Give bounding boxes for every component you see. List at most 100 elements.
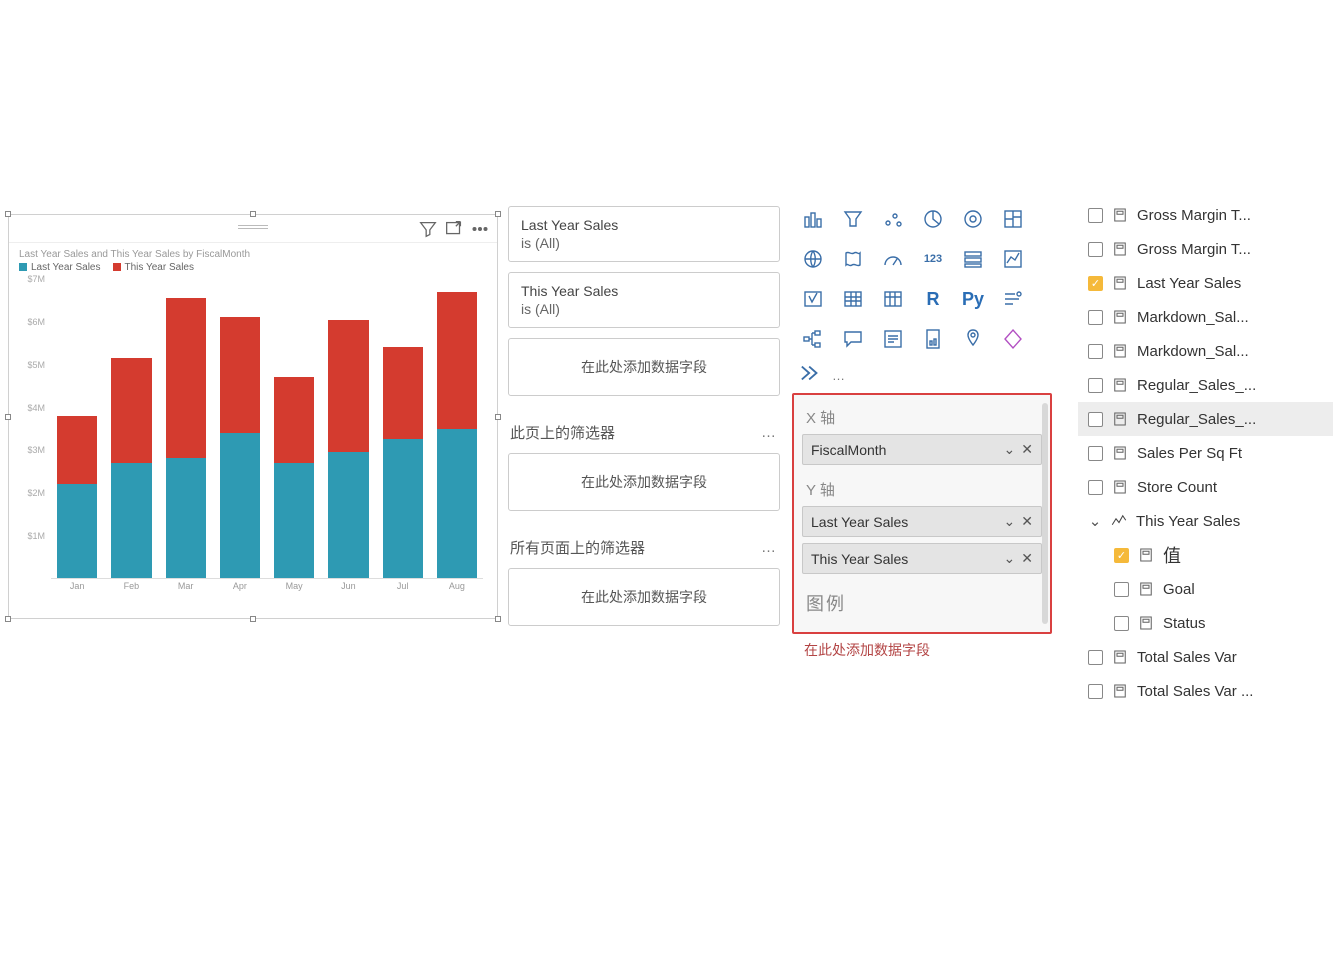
field-regular-sales-2[interactable]: Regular_Sales_...: [1078, 402, 1333, 436]
checkbox[interactable]: [1088, 650, 1103, 665]
filter-drop-placeholder[interactable]: 在此处添加数据字段: [508, 338, 780, 396]
field-markdown-sal-2[interactable]: Markdown_Sal...: [1078, 334, 1333, 368]
power-automate-icon[interactable]: [800, 364, 822, 387]
field-this-year-sales[interactable]: ⌄ This Year Sales: [1078, 504, 1333, 538]
chevron-down-icon[interactable]: ⌄: [1004, 441, 1016, 458]
get-more-visuals-icon[interactable]: …: [832, 368, 847, 383]
funnel-icon[interactable]: [836, 202, 870, 236]
bar-column[interactable]: [57, 279, 97, 578]
decomposition-tree-icon[interactable]: [796, 322, 830, 356]
more-options-icon[interactable]: [469, 218, 491, 240]
paginated-report-icon[interactable]: [916, 322, 950, 356]
resize-handle[interactable]: [495, 414, 501, 420]
field-total-sales-var[interactable]: Total Sales Var: [1078, 640, 1333, 674]
bar-column[interactable]: [111, 279, 151, 578]
checkbox[interactable]: [1114, 582, 1129, 597]
checkbox[interactable]: [1088, 310, 1103, 325]
chart-plot: $7M$6M$5M$4M$3M$2M$1M JanFebMarAprMayJun…: [19, 279, 487, 599]
chevron-down-icon[interactable]: ⌄: [1004, 550, 1016, 567]
bar-column[interactable]: [437, 279, 477, 578]
key-influencers-icon[interactable]: [996, 282, 1030, 316]
filled-map-icon[interactable]: [836, 242, 870, 276]
chart-visual-tile[interactable]: Last Year Sales and This Year Sales by F…: [8, 214, 498, 619]
kpi-icon[interactable]: [996, 242, 1030, 276]
field-this-year-status[interactable]: Status: [1078, 606, 1333, 640]
field-markdown-sal-1[interactable]: Markdown_Sal...: [1078, 300, 1333, 334]
bar-column[interactable]: [220, 279, 260, 578]
treemap-icon[interactable]: [996, 202, 1030, 236]
arcgis-map-icon[interactable]: [956, 322, 990, 356]
field-total-sales-var-2[interactable]: Total Sales Var ...: [1078, 674, 1333, 708]
filter-card-lastyear[interactable]: Last Year Sales is (All): [508, 206, 780, 262]
bar-column[interactable]: [166, 279, 206, 578]
checkbox[interactable]: [1088, 412, 1103, 427]
checkbox[interactable]: [1088, 242, 1103, 257]
checkbox[interactable]: [1088, 684, 1103, 699]
resize-handle[interactable]: [495, 616, 501, 622]
resize-handle[interactable]: [495, 211, 501, 217]
legend-label: This Year Sales: [125, 262, 195, 273]
resize-handle[interactable]: [250, 616, 256, 622]
remove-icon[interactable]: ✕: [1021, 441, 1033, 458]
python-visual-icon[interactable]: Py: [956, 282, 990, 316]
filter-drop-placeholder[interactable]: 在此处添加数据字段: [508, 568, 780, 626]
y-tick: $1M: [27, 531, 45, 541]
map-icon[interactable]: [796, 242, 830, 276]
remove-icon[interactable]: ✕: [1021, 550, 1033, 567]
slicer-icon[interactable]: [796, 282, 830, 316]
drop-placeholder[interactable]: 在此处添加数据字段: [792, 634, 1052, 666]
field-sales-per-sqft[interactable]: Sales Per Sq Ft: [1078, 436, 1333, 470]
gauge-icon[interactable]: [876, 242, 910, 276]
field-this-year-value[interactable]: ✓ 值: [1078, 538, 1333, 572]
scrollbar[interactable]: [1042, 403, 1048, 624]
remove-icon[interactable]: ✕: [1021, 513, 1033, 530]
bar-column[interactable]: [328, 279, 368, 578]
field-gross-margin-2[interactable]: Gross Margin T...: [1078, 232, 1333, 266]
field-regular-sales-1[interactable]: Regular_Sales_...: [1078, 368, 1333, 402]
resize-handle[interactable]: [5, 414, 11, 420]
chevron-down-icon[interactable]: ⌄: [1004, 513, 1016, 530]
field-gross-margin-1[interactable]: Gross Margin T...: [1078, 198, 1333, 232]
donut-icon[interactable]: [956, 202, 990, 236]
checkbox[interactable]: [1088, 378, 1103, 393]
smart-narrative-icon[interactable]: [876, 322, 910, 356]
table-icon[interactable]: [836, 282, 870, 316]
expand-icon[interactable]: ⌄: [1088, 512, 1102, 530]
drag-grip-icon[interactable]: [238, 225, 268, 231]
filter-icon[interactable]: [417, 218, 439, 240]
resize-handle[interactable]: [5, 211, 11, 217]
scatter-icon[interactable]: [876, 202, 910, 236]
filter-name: Last Year Sales: [521, 217, 767, 233]
field-last-year-sales[interactable]: ✓ Last Year Sales: [1078, 266, 1333, 300]
more-icon[interactable]: …: [761, 424, 778, 441]
checkbox[interactable]: [1088, 480, 1103, 495]
well-item-lastyear[interactable]: Last Year Sales ⌄✕: [802, 506, 1042, 537]
powerapps-icon[interactable]: [996, 322, 1030, 356]
matrix-icon[interactable]: [876, 282, 910, 316]
field-this-year-goal[interactable]: Goal: [1078, 572, 1333, 606]
resize-handle[interactable]: [5, 616, 11, 622]
bar-column[interactable]: [383, 279, 423, 578]
multirow-card-icon[interactable]: [956, 242, 990, 276]
more-icon[interactable]: …: [761, 539, 778, 556]
qa-visual-icon[interactable]: [836, 322, 870, 356]
well-item-fiscalmonth[interactable]: FiscalMonth ⌄✕: [802, 434, 1042, 465]
checkbox-checked[interactable]: ✓: [1114, 548, 1129, 563]
bar-column[interactable]: [274, 279, 314, 578]
well-item-thisyear[interactable]: This Year Sales ⌄✕: [802, 543, 1042, 574]
resize-handle[interactable]: [250, 211, 256, 217]
checkbox[interactable]: [1114, 616, 1129, 631]
checkbox[interactable]: [1088, 446, 1103, 461]
pie-icon[interactable]: [916, 202, 950, 236]
checkbox-checked[interactable]: ✓: [1088, 276, 1103, 291]
filter-drop-placeholder[interactable]: 在此处添加数据字段: [508, 453, 780, 511]
chart-legend: Last Year Sales This Year Sales: [19, 262, 487, 273]
card-icon[interactable]: 123: [916, 242, 950, 276]
field-store-count[interactable]: Store Count: [1078, 470, 1333, 504]
filter-card-thisyear[interactable]: This Year Sales is (All): [508, 272, 780, 328]
clustered-column-icon[interactable]: [796, 202, 830, 236]
r-visual-icon[interactable]: R: [916, 282, 950, 316]
checkbox[interactable]: [1088, 344, 1103, 359]
focus-mode-icon[interactable]: [443, 218, 465, 240]
checkbox[interactable]: [1088, 208, 1103, 223]
